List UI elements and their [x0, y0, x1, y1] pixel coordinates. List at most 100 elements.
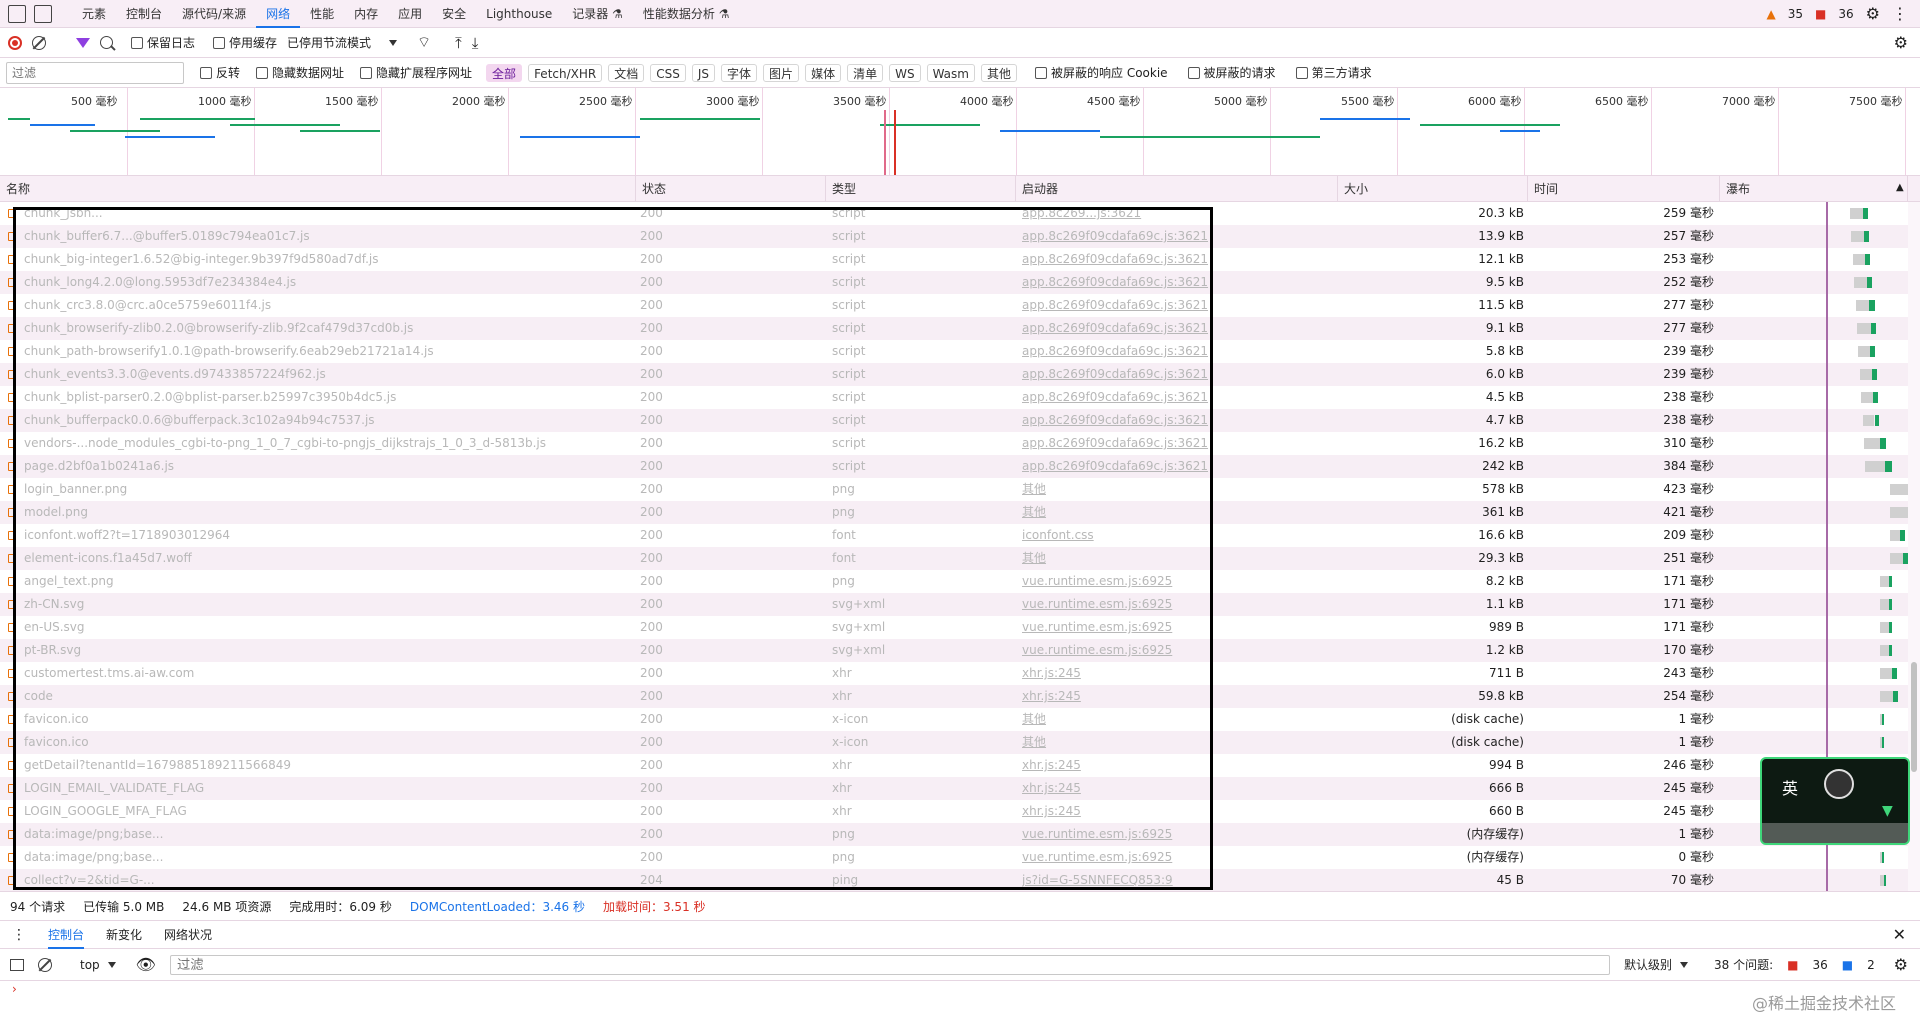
- request-row[interactable]: code 200 xhr xhr.js:245 59.8 kB 254 毫秒: [0, 685, 1920, 708]
- warning-icon[interactable]: ▲: [1767, 7, 1776, 21]
- settings-gear-icon[interactable]: ⚙: [1866, 4, 1880, 23]
- filter-input[interactable]: [6, 61, 184, 84]
- request-row[interactable]: collect?v=2&tid=G-... 204 ping js?id=G-5SNN…: [0, 869, 1920, 891]
- request-initiator[interactable]: app.8c269f09cdafa69c.js:3621: [1022, 363, 1322, 386]
- request-row[interactable]: LOGIN_EMAIL_VALIDATE_FLAG 200 xhr xhr.js:24…: [0, 777, 1920, 800]
- request-row[interactable]: chunk_jsbn... 200 script app.8c269...js:362…: [0, 202, 1920, 225]
- filter-type-4[interactable]: JS: [691, 63, 716, 82]
- network-overview-timeline[interactable]: 500 毫秒 1000 毫秒 1500 毫秒 2000 毫秒 2500 毫秒 3000 毫…: [0, 88, 1920, 176]
- floating-ime-widget[interactable]: 英 ▼: [1760, 757, 1910, 845]
- request-row[interactable]: pt-BR.svg 200 svg+xml vue.runtime.esm.js:69…: [0, 639, 1920, 662]
- request-initiator[interactable]: app.8c269...js:3621: [1022, 202, 1322, 225]
- request-row[interactable]: model.png 200 png 其他 361 kB 421 毫秒: [0, 501, 1920, 524]
- request-row[interactable]: chunk_path-browserify1.0.1@path-browseri…: [0, 340, 1920, 363]
- column-header-time[interactable]: 时间: [1528, 176, 1720, 202]
- request-row[interactable]: element-icons.f1a45d7.woff 200 font 其他 29.3 …: [0, 547, 1920, 570]
- column-header-status[interactable]: 状态: [636, 176, 826, 202]
- request-initiator[interactable]: app.8c269f09cdafa69c.js:3621: [1022, 225, 1322, 248]
- request-row[interactable]: chunk_events3.3.0@events.d97433857224f96…: [0, 363, 1920, 386]
- request-row[interactable]: zh-CN.svg 200 svg+xml vue.runtime.esm.js:69…: [0, 593, 1920, 616]
- checkbox-box[interactable]: [200, 66, 212, 79]
- filter-type-11[interactable]: 其他: [980, 63, 1017, 82]
- request-row[interactable]: chunk_browserify-zlib0.2.0@browserify-zl…: [0, 317, 1920, 340]
- request-row[interactable]: data:image/png;base... 200 png vue.runtime.…: [0, 823, 1920, 846]
- search-icon[interactable]: [100, 36, 113, 49]
- request-initiator[interactable]: xhr.js:245: [1022, 685, 1322, 708]
- tab-console[interactable]: 控制台: [116, 0, 172, 28]
- request-row[interactable]: chunk_bufferpack0.0.6@bufferpack.3c102a9…: [0, 409, 1920, 432]
- request-row[interactable]: favicon.ico 200 x-icon 其他 (disk cache) 1 毫秒: [0, 731, 1920, 754]
- request-initiator[interactable]: xhr.js:245: [1022, 754, 1322, 777]
- ime-mode-label[interactable]: 英: [1782, 775, 1798, 799]
- error-icon[interactable]: ■: [1815, 7, 1826, 21]
- tab-lighthouse[interactable]: Lighthouse: [476, 0, 562, 28]
- checkbox-box[interactable]: [1295, 66, 1308, 79]
- checkbox-box[interactable]: [256, 66, 269, 79]
- sort-ascending-icon[interactable]: ▲: [1896, 182, 1904, 193]
- checkbox-box[interactable]: [360, 66, 373, 79]
- request-row[interactable]: chunk_buffer6.7...@buffer5.0189c794ea01c…: [0, 225, 1920, 248]
- warning-count[interactable]: 35: [1788, 7, 1803, 21]
- checkbox-box[interactable]: [1187, 66, 1200, 79]
- checkbox-box[interactable]: [131, 36, 143, 49]
- filter-icon[interactable]: [76, 37, 90, 48]
- request-row[interactable]: login_banner.png 200 png 其他 578 kB 423 毫秒: [0, 478, 1920, 501]
- tab-application[interactable]: 应用: [388, 0, 432, 28]
- issues-label[interactable]: 38 个问题:: [1714, 956, 1773, 973]
- request-initiator[interactable]: vue.runtime.esm.js:6925: [1022, 823, 1322, 846]
- disable-cache-checkbox[interactable]: 停用缓存: [213, 34, 277, 51]
- filter-type-1[interactable]: Fetch/XHR: [528, 63, 603, 82]
- request-initiator[interactable]: xhr.js:245: [1022, 777, 1322, 800]
- request-row[interactable]: page.d2bf0a1b0241a6.js 200 script app.8c269…: [0, 455, 1920, 478]
- tab-elements[interactable]: 元素: [72, 0, 116, 28]
- drawer-tab-network-conditions[interactable]: 网络状况: [164, 926, 212, 943]
- request-initiator[interactable]: app.8c269f09cdafa69c.js:3621: [1022, 432, 1322, 455]
- filter-type-3[interactable]: CSS: [650, 63, 686, 82]
- request-initiator[interactable]: vue.runtime.esm.js:6925: [1022, 593, 1322, 616]
- request-row[interactable]: chunk_crc3.8.0@crc.a0ce5759e6011f4.js 200…: [0, 294, 1920, 317]
- drawer-tab-console[interactable]: 控制台: [48, 921, 85, 949]
- console-filter-input[interactable]: [169, 954, 1610, 975]
- hide-extension-urls-checkbox[interactable]: 隐藏扩展程序网址: [360, 64, 472, 81]
- blocked-requests-checkbox[interactable]: 被屏蔽的请求: [1187, 64, 1276, 81]
- preserve-log-checkbox[interactable]: 保留日志: [131, 34, 195, 51]
- throttling-select[interactable]: 已停用节流模式: [287, 34, 398, 51]
- request-initiator[interactable]: 其他: [1022, 731, 1322, 754]
- filter-type-0[interactable]: 全部: [486, 63, 523, 82]
- blocked-cookies-checkbox[interactable]: 被屏蔽的响应 Cookie: [1035, 64, 1168, 81]
- checkbox-box[interactable]: [213, 36, 226, 49]
- request-initiator[interactable]: 其他: [1022, 547, 1322, 570]
- device-toolbar-icon[interactable]: [34, 4, 52, 23]
- scrollbar-thumb[interactable]: [1911, 662, 1917, 772]
- console-prompt-icon[interactable]: ›: [12, 982, 17, 996]
- request-initiator[interactable]: xhr.js:245: [1022, 662, 1322, 685]
- request-row[interactable]: customertest.tms.ai-aw.com 200 xhr xhr.js:2…: [0, 662, 1920, 685]
- request-initiator[interactable]: 其他: [1022, 708, 1322, 731]
- shirt-icon[interactable]: ▼: [1882, 803, 1893, 819]
- close-drawer-icon[interactable]: ✕: [1893, 925, 1906, 944]
- filter-type-7[interactable]: 媒体: [805, 63, 842, 82]
- issue-error-count[interactable]: 36: [1812, 958, 1827, 972]
- request-initiator[interactable]: app.8c269f09cdafa69c.js:3621: [1022, 455, 1322, 478]
- filter-type-2[interactable]: 文档: [608, 63, 645, 82]
- third-party-checkbox[interactable]: 第三方请求: [1295, 64, 1372, 81]
- checkbox-box[interactable]: [1035, 66, 1047, 79]
- sidebar-toggle-icon[interactable]: [10, 958, 24, 971]
- tab-memory[interactable]: 内存: [344, 0, 388, 28]
- request-row[interactable]: en-US.svg 200 svg+xml vue.runtime.esm.js:69…: [0, 616, 1920, 639]
- request-row[interactable]: favicon.ico 200 x-icon 其他 (disk cache) 1 毫秒: [0, 708, 1920, 731]
- request-initiator[interactable]: app.8c269f09cdafa69c.js:3621: [1022, 340, 1322, 363]
- filter-type-6[interactable]: 图片: [763, 63, 800, 82]
- request-row[interactable]: angel_text.png 200 png vue.runtime.esm.js:6…: [0, 570, 1920, 593]
- tab-sources[interactable]: 源代码/来源: [172, 0, 256, 28]
- tab-security[interactable]: 安全: [432, 0, 476, 28]
- request-initiator[interactable]: iconfont.css: [1022, 524, 1322, 547]
- drawer-menu-icon[interactable]: ⋮: [12, 927, 26, 943]
- request-initiator[interactable]: xhr.js:245: [1022, 800, 1322, 823]
- request-initiator[interactable]: app.8c269f09cdafa69c.js:3621: [1022, 248, 1322, 271]
- clear-icon[interactable]: [32, 35, 46, 50]
- import-har-icon[interactable]: ⤒: [455, 34, 462, 52]
- filter-type-8[interactable]: 清单: [847, 63, 884, 82]
- column-header-size[interactable]: 大小: [1338, 176, 1528, 202]
- filter-type-10[interactable]: Wasm: [926, 63, 975, 82]
